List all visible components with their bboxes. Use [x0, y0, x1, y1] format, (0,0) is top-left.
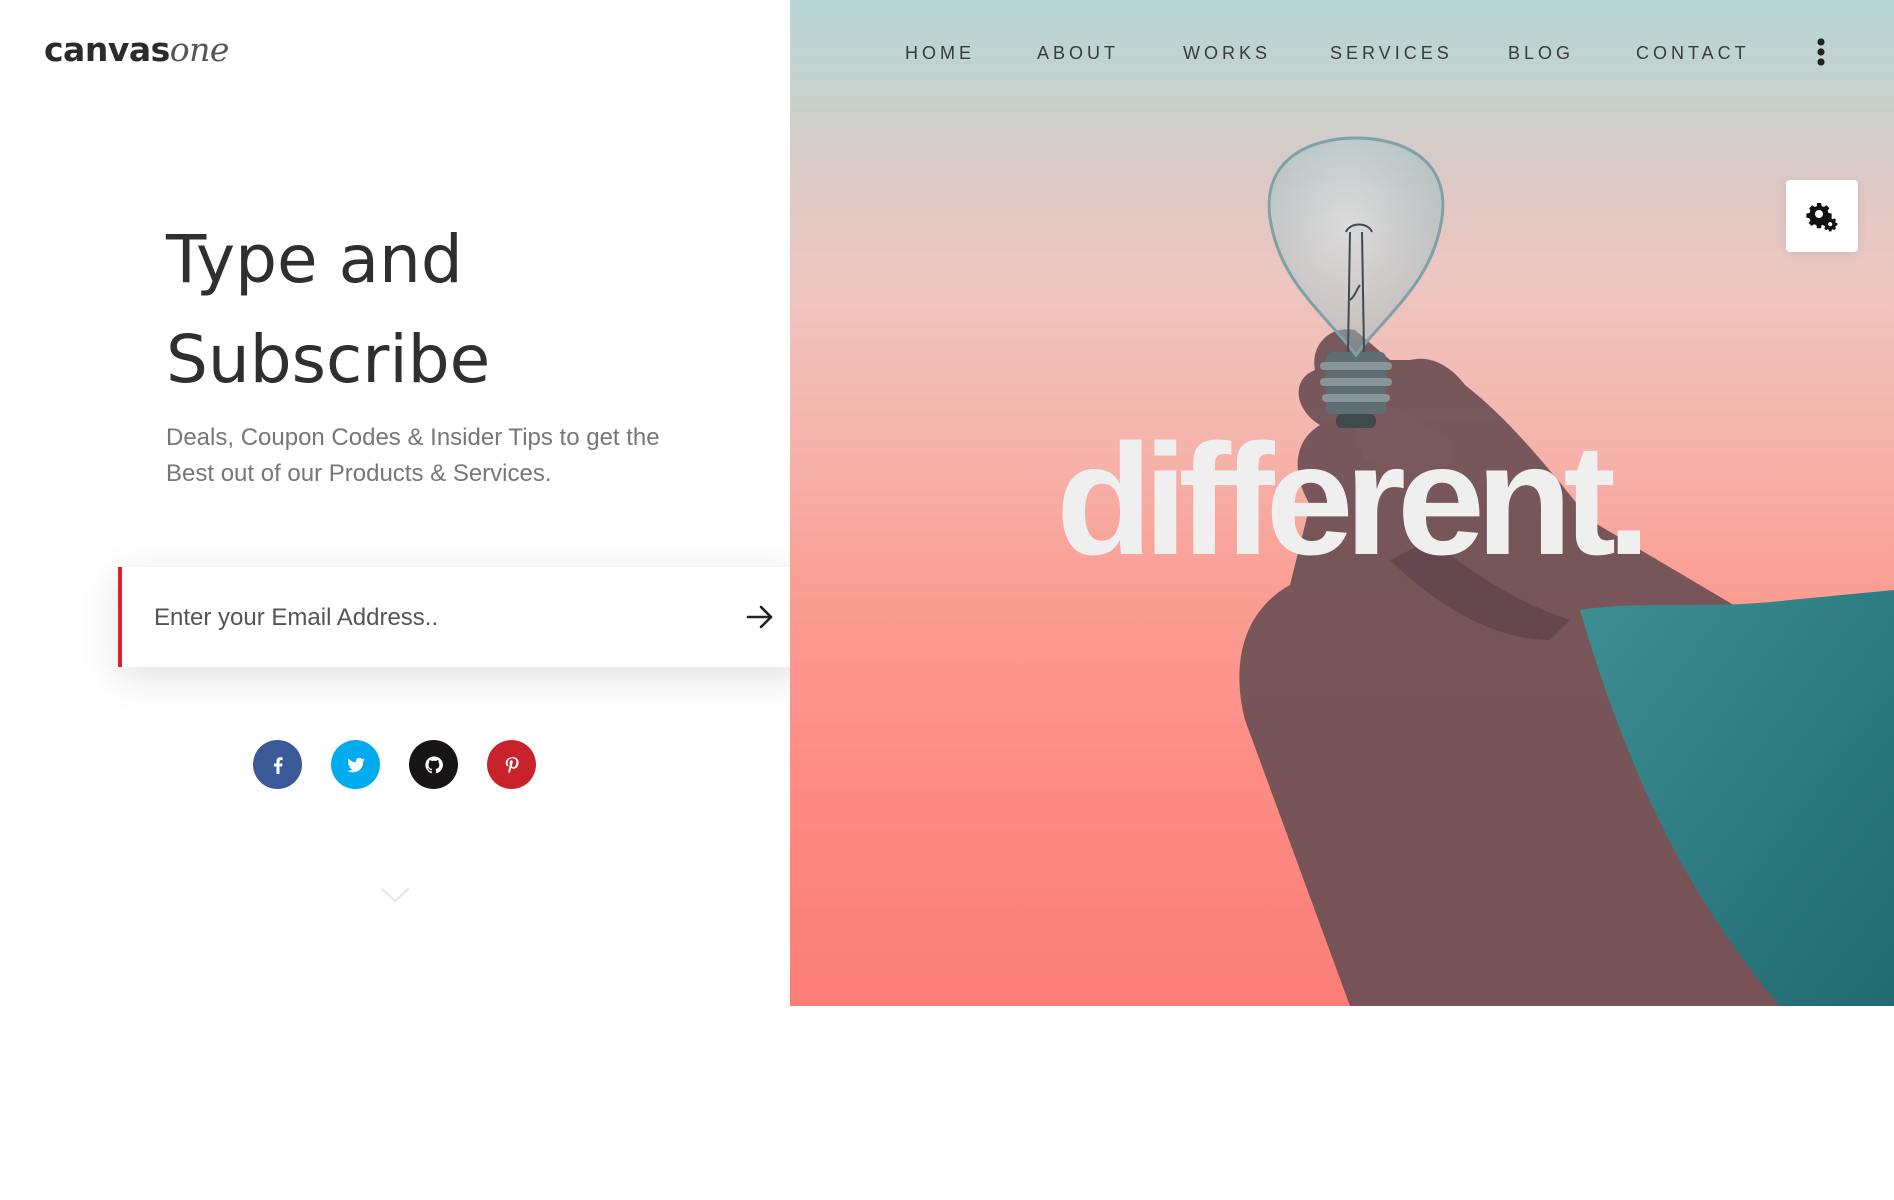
hero-section: different. HOME ABOUT WORKS SERVICES BLO… [790, 0, 1894, 1006]
subtitle-line-1: Deals, Coupon Codes & Insider Tips to ge… [166, 424, 660, 451]
gears-icon [1806, 203, 1838, 232]
subscribe-submit-button[interactable] [740, 597, 780, 637]
nav-item-home[interactable]: HOME [905, 41, 975, 65]
subscribe-form [118, 567, 808, 669]
arrow-right-icon [746, 605, 773, 629]
hero-big-word: different. [1056, 412, 1651, 588]
nav-item-about[interactable]: ABOUT [1037, 41, 1119, 65]
pinterest-icon [505, 756, 519, 773]
subtitle: Deals, Coupon Codes & Insider Tips to ge… [166, 420, 686, 492]
email-input[interactable] [152, 567, 716, 669]
logo-text-bold: canvas [44, 30, 170, 69]
vertical-dots-icon[interactable] [1814, 36, 1828, 68]
nav-item-services[interactable]: SERVICES [1330, 41, 1453, 65]
github-link[interactable] [409, 740, 458, 789]
chevron-down-icon[interactable] [380, 886, 410, 904]
facebook-link[interactable] [253, 740, 302, 789]
logo-text-light: one [169, 30, 230, 69]
site-logo[interactable]: canvasone [44, 28, 229, 72]
twitter-link[interactable] [331, 740, 380, 789]
nav-item-contact[interactable]: CONTACT [1636, 41, 1750, 65]
page-title: Type and Subscribe [166, 210, 726, 410]
github-icon [424, 755, 443, 773]
bulb-glass [1267, 136, 1445, 358]
page-title-line-2: Subscribe [166, 321, 491, 398]
settings-button[interactable] [1786, 180, 1858, 252]
twitter-icon [346, 757, 365, 772]
page-title-line-1: Type and [166, 221, 463, 298]
nav-item-blog[interactable]: BLOG [1508, 41, 1574, 65]
pinterest-link[interactable] [487, 740, 536, 789]
facebook-icon [273, 756, 283, 774]
nav-item-works[interactable]: WORKS [1183, 41, 1271, 65]
main-navigation: HOME ABOUT WORKS SERVICES BLOG CONTACT [790, 0, 1894, 104]
subtitle-line-2: Best out of our Products & Services. [166, 460, 552, 487]
